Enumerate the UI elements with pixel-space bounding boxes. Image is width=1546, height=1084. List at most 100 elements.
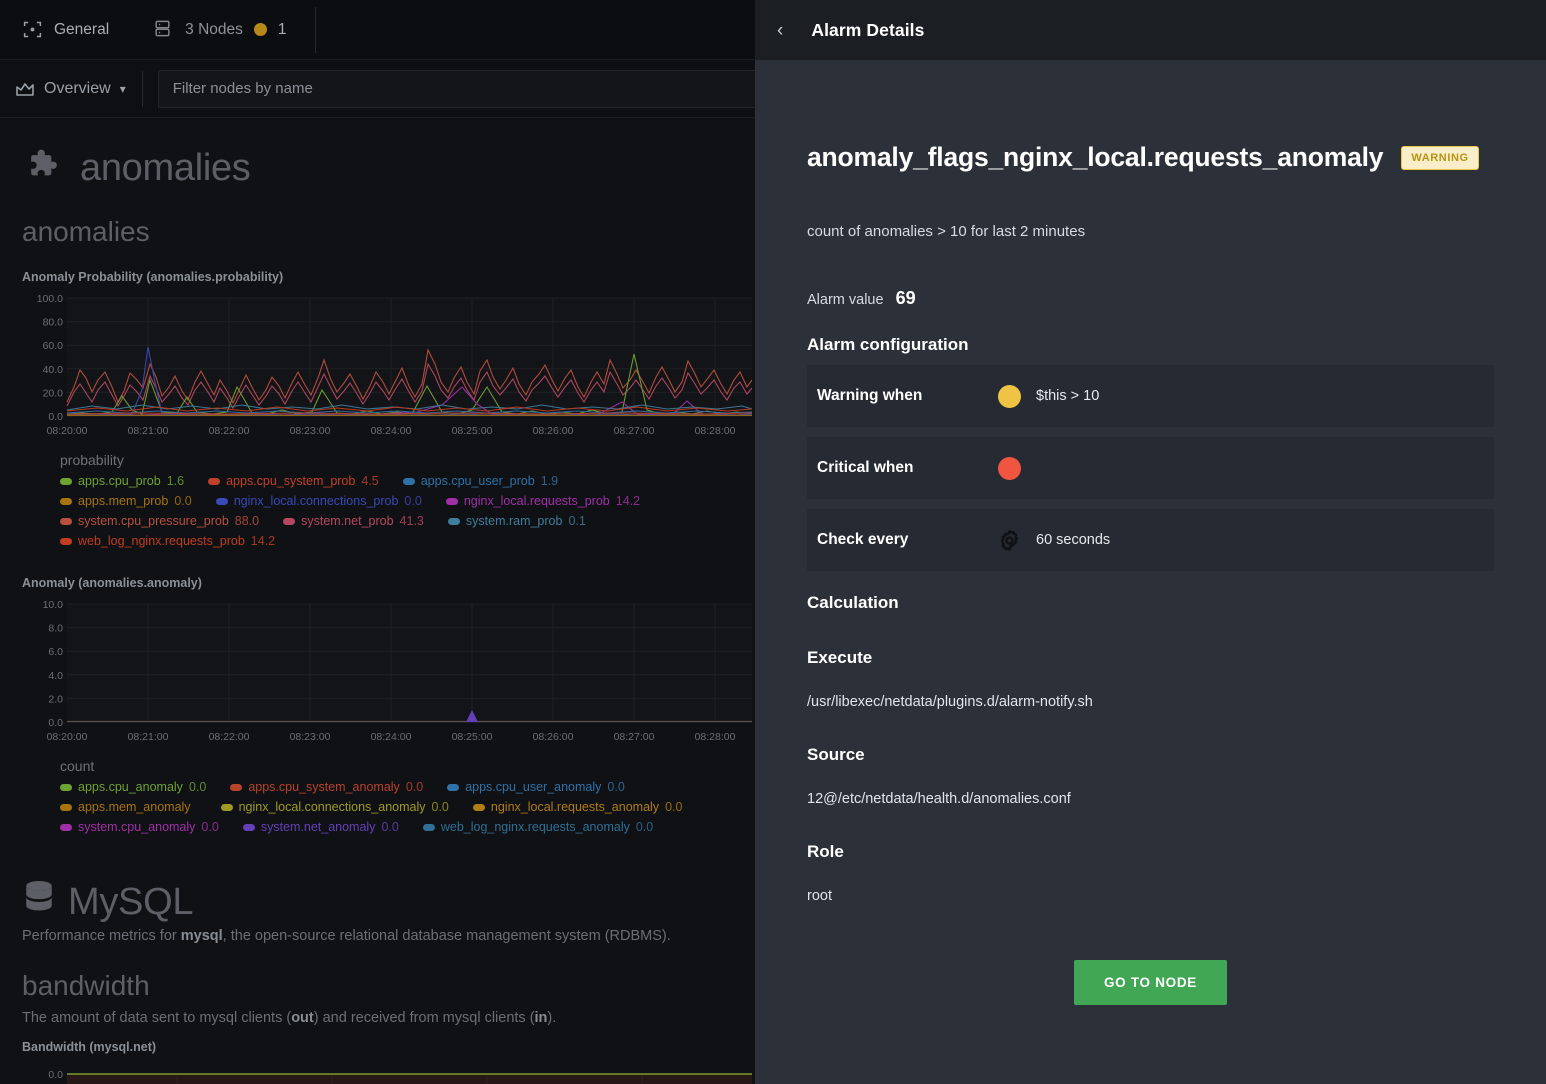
legend-anomaly: apps.cpu_anomaly 0.0 apps.cpu_system_anoma… [0, 774, 720, 840]
legend-item-label: apps.cpu_system_anomaly [248, 780, 400, 794]
legend-color-swatch [208, 477, 221, 485]
svg-text:08:26:00: 08:26:00 [533, 425, 574, 437]
legend-item[interactable]: nginx_local.requests_prob 14.2 [445, 494, 640, 508]
legend-item-value: 0.0 [404, 494, 422, 508]
legend-item[interactable]: web_log_nginx.requests_anomaly 0.0 [422, 820, 654, 834]
legend-item[interactable]: web_log_nginx.requests_prob 14.2 [60, 534, 275, 548]
legend-item-label: apps.cpu_user_anomaly [465, 780, 602, 794]
legend-item[interactable]: apps.mem_prob 0.0 [60, 494, 192, 508]
legend-item[interactable]: nginx_local.connections_anomaly 0.0 [220, 800, 449, 814]
legend-color-swatch [60, 783, 72, 791]
legend-item-value: 0.0 [431, 800, 449, 814]
legend-item-value: 4.5 [361, 474, 379, 488]
legend-color-swatch [60, 497, 72, 505]
legend-item[interactable]: nginx_local.requests_anomaly 0.0 [472, 800, 682, 814]
legend-item-label: nginx_local.connections_anomaly [238, 800, 426, 814]
legend-color-swatch [60, 537, 72, 545]
config-row-critical: Critical when [807, 437, 1494, 499]
bw-desc-in: in [534, 1010, 548, 1026]
legend-item[interactable]: apps.cpu_system_anomaly 0.0 [230, 780, 423, 794]
svg-text:08:25:00: 08:25:00 [452, 425, 493, 437]
legend-item[interactable]: apps.mem_anomaly [60, 800, 197, 814]
bw-desc-out: out [291, 1010, 314, 1026]
chart-area-icon [14, 78, 35, 99]
legend-color-swatch [445, 497, 458, 505]
legend-item[interactable]: apps.cpu_system_prob 4.5 [208, 474, 379, 488]
svg-text:0.0: 0.0 [48, 1069, 63, 1081]
svg-text:08:23:00: 08:23:00 [290, 731, 331, 743]
legend-item-label: web_log_nginx.requests_anomaly [440, 820, 630, 834]
legend-item[interactable]: system.cpu_pressure_prob 88.0 [60, 514, 259, 528]
legend-color-swatch [283, 517, 296, 525]
alarm-value: 69 [895, 288, 916, 308]
goto-node-wrapper: GO TO NODE [807, 960, 1494, 1005]
execute-value: /usr/libexec/netdata/plugins.d/alarm-not… [807, 694, 1093, 710]
legend-item-label: system.net_anomaly [260, 820, 376, 834]
svg-text:60.0: 60.0 [43, 340, 64, 352]
legend-item[interactable]: nginx_local.connections_prob 0.0 [215, 494, 422, 508]
legend-color-swatch [402, 477, 415, 485]
svg-text:08:23:00: 08:23:00 [290, 425, 331, 437]
legend-item[interactable]: system.net_anomaly 0.0 [242, 820, 399, 834]
legend-item[interactable]: apps.cpu_user_prob 1.9 [402, 474, 558, 488]
nav-nodes-label: 3 Nodes [185, 20, 243, 38]
legend-item-label: system.cpu_pressure_prob [78, 514, 229, 528]
view-selector-label: Overview [44, 79, 111, 97]
svg-text:08:27:00: 08:27:00 [614, 731, 655, 743]
legend-item[interactable]: apps.cpu_prob 1.6 [60, 474, 184, 488]
alarm-value-row: Alarm value 69 [807, 288, 1494, 309]
legend-color-swatch [220, 803, 233, 811]
legend-item[interactable]: system.ram_prob 0.1 [447, 514, 586, 528]
bw-desc-a: The amount of data sent to mysql clients… [22, 1010, 292, 1026]
legend-item-value: 0.0 [635, 820, 654, 834]
legend-color-swatch [230, 783, 243, 791]
svg-text:08:26:00: 08:26:00 [533, 731, 574, 743]
legend-color-swatch [242, 823, 255, 831]
svg-text:08:20:00: 08:20:00 [47, 731, 88, 743]
legend-item-value: 0.0 [201, 820, 219, 834]
svg-text:8.0: 8.0 [48, 623, 63, 635]
legend-item-value: 1.6 [166, 474, 185, 488]
view-selector[interactable]: Overview ▾ [0, 60, 142, 118]
role-heading: Role [807, 842, 844, 861]
svg-text:100.0: 100.0 [37, 293, 63, 305]
legend-item-label: apps.cpu_system_prob [226, 474, 356, 488]
alarm-info-text: count of anomalies > 10 for last 2 minut… [807, 223, 1086, 240]
bw-desc-e: ). [547, 1010, 557, 1026]
nav-divider [314, 6, 316, 53]
svg-text:0.0: 0.0 [48, 411, 63, 423]
legend-item-value: 0.0 [607, 780, 625, 794]
legend-item-value: 0.1 [568, 514, 586, 528]
legend-probability: apps.cpu_prob 1.6 apps.cpu_system_prob 4.5 a… [0, 468, 720, 554]
nav-nodes[interactable]: 3 Nodes 1 [131, 0, 308, 60]
alarm-details-body: anomaly_flags_nginx_local.requests_anoma… [755, 60, 1546, 1005]
go-to-node-button[interactable]: GO TO NODE [1073, 960, 1227, 1005]
legend-item-value: 14.2 [250, 534, 276, 548]
legend-color-swatch [447, 783, 460, 791]
alarm-name-row: anomaly_flags_nginx_local.requests_anoma… [807, 142, 1494, 173]
nav-general[interactable]: General [0, 0, 131, 60]
legend-color-swatch [215, 497, 228, 505]
svg-text:08:21:00: 08:21:00 [128, 425, 169, 437]
legend-item[interactable]: apps.cpu_user_anomaly 0.0 [447, 780, 625, 794]
calculation-heading: Calculation [807, 593, 899, 612]
mysql-desc-prefix: Performance metrics for [22, 928, 181, 944]
source-heading: Source [807, 745, 865, 764]
legend-item-label: system.cpu_anomaly [78, 820, 196, 834]
filterbar-divider [141, 70, 143, 107]
legend-item-value: 41.3 [399, 514, 424, 528]
svg-text:0.0: 0.0 [48, 717, 63, 729]
gear-icon [989, 529, 1029, 552]
legend-item[interactable]: system.cpu_anomaly 0.0 [60, 820, 219, 834]
config-value-check-every: 60 seconds [1036, 532, 1111, 548]
config-label-critical: Critical when [817, 459, 914, 476]
legend-item[interactable]: apps.cpu_anomaly 0.0 [60, 780, 206, 794]
svg-text:08:25:00: 08:25:00 [452, 731, 493, 743]
section-title-mysql: MySQL [68, 880, 194, 923]
legend-item-value: 0.0 [381, 820, 399, 834]
chevron-down-icon: ▾ [119, 81, 126, 96]
chevron-left-icon[interactable]: ‹ [771, 17, 789, 44]
role-value: root [807, 888, 832, 904]
legend-color-swatch [60, 803, 72, 811]
legend-item[interactable]: system.net_prob 41.3 [283, 514, 424, 528]
